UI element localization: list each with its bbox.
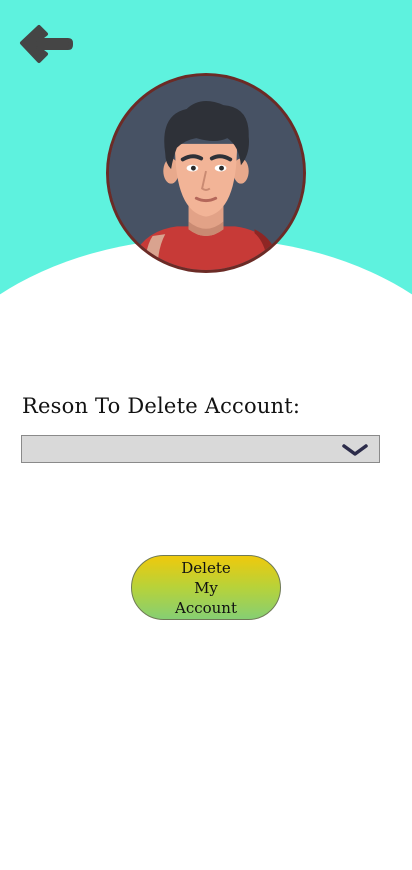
delete-account-button[interactable]: Delete My Account — [131, 555, 281, 620]
reason-label: Reson To Delete Account: — [22, 394, 301, 418]
arrow-left-icon — [20, 25, 73, 63]
chevron-down-icon — [342, 444, 368, 456]
user-avatar-icon — [109, 76, 303, 270]
avatar — [106, 73, 306, 273]
delete-account-button-label: Delete My Account — [174, 558, 237, 617]
reason-select[interactable] — [21, 435, 380, 463]
back-button[interactable] — [18, 22, 74, 66]
